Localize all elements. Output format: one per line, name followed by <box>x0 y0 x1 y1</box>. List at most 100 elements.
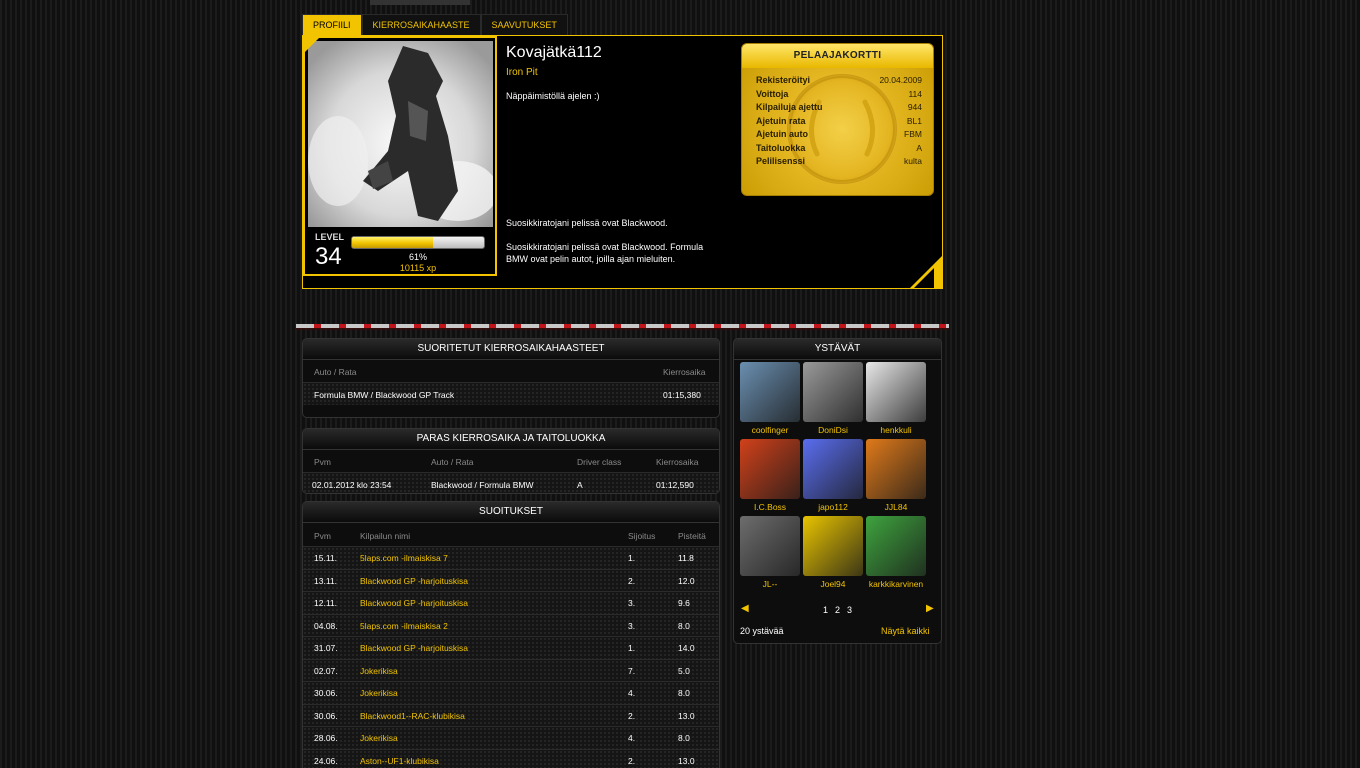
race-date: 13.11. <box>314 575 338 586</box>
race-name-link[interactable]: Jokerikisa <box>360 666 398 676</box>
friend-item[interactable]: Joel94 <box>803 516 863 590</box>
player-card-title: PELAAJAKORTTI <box>742 44 933 68</box>
race-name-link[interactable]: 5laps.com -ilmaiskisa 2 <box>360 621 448 631</box>
race-position: 1. <box>628 553 636 563</box>
friend-avatar[interactable] <box>866 362 926 422</box>
friend-name[interactable]: henkkuli <box>866 425 926 436</box>
race-name-link[interactable]: Jokerikisa <box>360 733 398 743</box>
race-points: 12.0 <box>678 575 695 586</box>
table-row[interactable]: 02.01.2012 klo 23:54 Blackwood / Formula… <box>303 473 719 493</box>
friend-item[interactable]: karkkikarvinen <box>866 516 926 590</box>
table-row[interactable]: 15.11. 5laps.com -ilmaiskisa 7 1. 11.8 <box>303 547 719 570</box>
stat-value: 114 <box>908 88 922 99</box>
friend-item[interactable]: coolfinger <box>740 362 800 436</box>
player-card-row: Pelilisenssi kulta <box>756 155 922 169</box>
race-name-link[interactable]: Blackwood GP -harjoituskisa <box>360 643 468 653</box>
prev-page-icon[interactable]: ◀ <box>741 603 749 614</box>
friend-item[interactable]: I.C.Boss <box>740 439 800 513</box>
table-row[interactable]: 30.06. Jokerikisa 4. 8.0 <box>303 682 719 705</box>
challenge-laptime: 01:15,380 <box>663 390 701 400</box>
race-name-link[interactable]: Blackwood GP -harjoituskisa <box>360 576 468 586</box>
race-points: 8.0 <box>678 620 690 631</box>
race-name-link[interactable]: Aston--UF1-klubikisa <box>360 756 439 766</box>
tab-laptime-challenge[interactable]: KIERROSAIKAHAASTE <box>361 14 481 35</box>
best-lap-car-track: Blackwood / Formula BMW <box>431 480 534 490</box>
xp-total: 10115 xp <box>399 263 437 273</box>
table-row[interactable]: Formula BMW / Blackwood GP Track 01:15,3… <box>303 383 719 405</box>
page-1[interactable]: 1 <box>823 605 828 615</box>
table-row[interactable]: 04.08. 5laps.com -ilmaiskisa 2 3. 8.0 <box>303 614 719 637</box>
stat-value: A <box>916 142 922 153</box>
next-page-icon[interactable]: ▶ <box>926 603 934 614</box>
friend-name[interactable]: japo112 <box>803 502 863 513</box>
friend-avatar[interactable] <box>740 362 800 422</box>
race-name-link[interactable]: Blackwood1--RAC-klubikisa <box>360 711 465 721</box>
table-row[interactable]: 31.07. Blackwood GP -harjoituskisa 1. 14.0 <box>303 637 719 660</box>
header-position: Sijoitus <box>628 531 656 541</box>
table-row[interactable]: 02.07. Jokerikisa 7. 5.0 <box>303 659 719 682</box>
friend-avatar[interactable] <box>740 516 800 576</box>
stat-label: Ajetuin auto <box>756 129 808 139</box>
corner-accent <box>305 38 319 52</box>
stat-label: Voittoja <box>756 88 789 99</box>
friend-item[interactable]: JJL84 <box>866 439 926 513</box>
race-points: 8.0 <box>678 688 690 698</box>
friend-avatar[interactable] <box>803 439 863 499</box>
avatar[interactable] <box>308 41 493 227</box>
stat-value: BL1 <box>906 115 922 126</box>
page-2[interactable]: 2 <box>835 605 840 615</box>
player-bio: Näppäimistöllä ajelen :) <box>506 91 600 101</box>
table-row[interactable]: 13.11. Blackwood GP -harjoituskisa 2. 12.0 <box>303 569 719 592</box>
friend-avatar[interactable] <box>803 362 863 422</box>
friend-name[interactable]: JJL84 <box>866 502 926 513</box>
race-position: 3. <box>628 598 636 608</box>
table-row[interactable]: 28.06. Jokerikisa 4. 8.0 <box>303 727 719 750</box>
race-name-link[interactable]: Jokerikisa <box>360 688 398 698</box>
friend-item[interactable]: japo112 <box>803 439 863 513</box>
favorite-track-text: Suosikkiratojani pelissä ovat Blackwood. <box>506 218 668 228</box>
stat-value: 20.04.2009 <box>879 75 922 85</box>
race-name-link[interactable]: Blackwood GP -harjoituskisa <box>360 598 468 608</box>
completed-challenges-title: SUORITETUT KIERROSAIKAHAASTEET <box>303 339 719 360</box>
stat-label: Kilpailuja ajettu <box>756 102 823 112</box>
friend-name[interactable]: JL-- <box>740 579 800 590</box>
friend-avatar[interactable] <box>866 516 926 576</box>
friend-item[interactable]: henkkuli <box>866 362 926 436</box>
table-row[interactable]: 24.06. Aston--UF1-klubikisa 2. 13.0 <box>303 749 719 768</box>
friend-name[interactable]: karkkikarvinen <box>866 579 926 590</box>
page-3[interactable]: 3 <box>847 605 852 615</box>
player-card-stats: Rekisteröityi 20.04.2009 Voittoja 114 Kilpai… <box>756 74 922 169</box>
race-position: 3. <box>628 620 636 631</box>
table-row[interactable]: 12.11. Blackwood GP -harjoituskisa 3. 9.6 <box>303 592 719 615</box>
race-name-link[interactable]: 5laps.com -ilmaiskisa 7 <box>360 553 448 563</box>
player-card-row: Taitoluokka A <box>756 142 922 156</box>
level-area: LEVEL 34 61% 10115 xp <box>309 228 493 273</box>
header-laptime: Kierrosaika <box>663 367 706 377</box>
friend-item[interactable]: DoniDsi <box>803 362 863 436</box>
friend-name[interactable]: coolfinger <box>740 425 800 436</box>
tab-profile[interactable]: PROFIILI <box>302 14 362 35</box>
friend-avatar[interactable] <box>866 439 926 499</box>
race-date: 30.06. <box>314 688 338 698</box>
friend-item[interactable]: JL-- <box>740 516 800 590</box>
race-date: 24.06. <box>314 755 338 766</box>
friend-name[interactable]: I.C.Boss <box>740 502 800 513</box>
player-card-row: Voittoja 114 <box>756 88 922 102</box>
stat-value: FBM <box>904 129 922 139</box>
friend-name[interactable]: DoniDsi <box>803 425 863 436</box>
races-header: Pvm Kilpailun nimi Sijoitus Pisteitä <box>303 523 719 547</box>
level-number: 34 <box>315 243 342 270</box>
race-position: 4. <box>628 688 636 698</box>
profile-tabs: PROFIILI KIERROSAIKAHAASTE SAAVUTUKSET <box>302 14 568 35</box>
friend-avatar[interactable] <box>740 439 800 499</box>
best-lap-title: PARAS KIERROSAIKA JA TAITOLUOKKA <box>303 429 719 450</box>
tab-achievements[interactable]: SAAVUTUKSET <box>480 14 568 35</box>
table-row[interactable]: 30.06. Blackwood1--RAC-klubikisa 2. 13.0 <box>303 704 719 727</box>
friend-name[interactable]: Joel94 <box>803 579 863 590</box>
top-strip <box>370 0 470 5</box>
friends-panel: YSTÄVÄT coolfinger DoniDsi henkkuli I.C.Bos… <box>733 338 942 644</box>
friend-avatar[interactable] <box>803 516 863 576</box>
race-date: 12.11. <box>314 598 338 608</box>
player-team[interactable]: Iron Pit <box>506 67 538 78</box>
show-all-friends-link[interactable]: Näytä kaikki <box>881 626 930 636</box>
